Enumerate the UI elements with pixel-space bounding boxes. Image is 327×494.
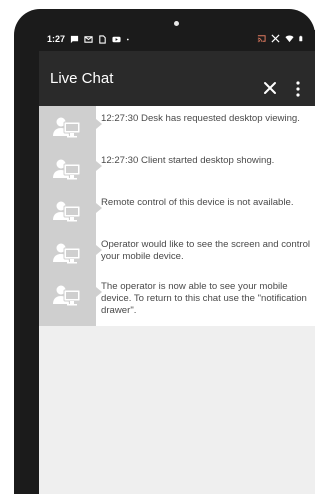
more-vert-icon[interactable] bbox=[291, 78, 305, 100]
app-title: Live Chat bbox=[50, 70, 114, 87]
message-text: Operator would like to see the screen an… bbox=[101, 239, 311, 262]
youtube-icon bbox=[112, 36, 121, 42]
message-text: Remote control of this device is not ava… bbox=[101, 197, 294, 208]
message-icon bbox=[70, 35, 79, 43]
battery-icon bbox=[299, 35, 303, 42]
chat-message: Operator would like to see the screen an… bbox=[39, 232, 315, 274]
chat-message: The operator is now able to see your mob… bbox=[39, 274, 315, 326]
chat-message: 12:27:30 Desk has requested desktop view… bbox=[39, 106, 315, 148]
operator-computer-icon bbox=[53, 243, 81, 264]
message-text: 12:27:30 Client started desktop showing. bbox=[101, 155, 275, 166]
operator-avatar bbox=[39, 190, 96, 232]
message-text: The operator is now able to see your mob… bbox=[101, 281, 307, 316]
chat-area: 12:27:30 Desk has requested desktop view… bbox=[39, 106, 315, 494]
chat-message: Remote control of this device is not ava… bbox=[39, 190, 315, 232]
app-bar: Live Chat bbox=[39, 51, 315, 106]
message-list: 12:27:30 Desk has requested desktop view… bbox=[39, 106, 315, 326]
phone-frame: 1:27 Live Chat 12:27:30 Desk has request… bbox=[14, 9, 315, 494]
operator-computer-icon bbox=[53, 201, 81, 222]
operator-avatar bbox=[39, 232, 96, 274]
message-text: 12:27:30 Desk has requested desktop view… bbox=[101, 113, 300, 124]
cast-icon bbox=[257, 35, 266, 43]
no-sim-icon bbox=[271, 34, 280, 43]
dot-icon bbox=[126, 38, 129, 40]
chat-message: 12:27:30 Client started desktop showing. bbox=[39, 148, 315, 190]
status-bar: 1:27 bbox=[39, 30, 315, 51]
front-camera bbox=[174, 21, 179, 26]
operator-avatar bbox=[39, 148, 96, 190]
operator-avatar bbox=[39, 274, 96, 326]
operator-computer-icon bbox=[53, 285, 81, 306]
sim-card-icon bbox=[99, 34, 106, 44]
operator-avatar bbox=[39, 106, 96, 148]
operator-computer-icon bbox=[53, 159, 81, 180]
gmail-icon bbox=[84, 35, 93, 43]
operator-computer-icon bbox=[53, 117, 81, 138]
status-time: 1:27 bbox=[47, 34, 66, 44]
wifi-icon bbox=[285, 35, 294, 43]
phone-screen: 1:27 Live Chat 12:27:30 Desk has request… bbox=[39, 30, 315, 494]
close-icon[interactable] bbox=[259, 77, 281, 99]
